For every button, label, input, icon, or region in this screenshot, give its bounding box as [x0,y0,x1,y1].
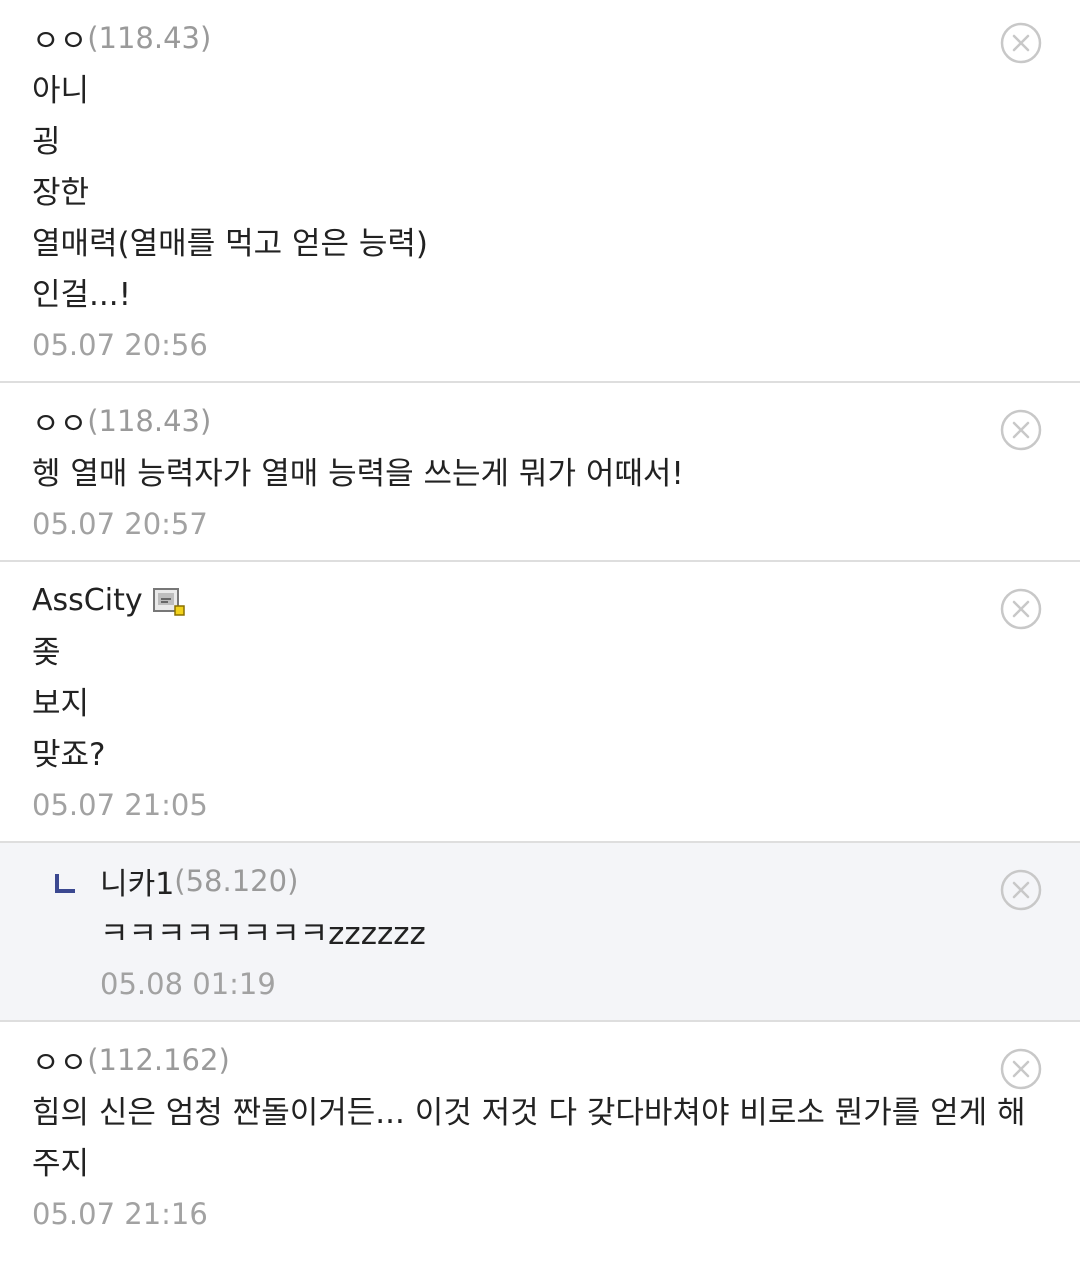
comment-text-line: 좆 [32,635,61,671]
comment-text-line: 열매력(열매를 먹고 얻은 능력) [32,226,428,262]
comment-header: AssCity [32,578,980,622]
comment-nickname[interactable]: AssCity [32,583,143,618]
comment-list: ㅇㅇ (118.43) 아니 굉 장한 열매력(열매를 먹고 얻은 능력) 인걸… [0,0,1080,1250]
comment-item: ㅇㅇ (112.162) 힘의 신은 엄청 짠돌이거든... 이것 저것 다 갖… [0,1022,1080,1250]
comment-body: 힘의 신은 엄청 짠돌이거든... 이것 저것 다 갖다바쳐야 비로소 뭔가를 … [32,1088,1040,1190]
comment-text-line: 헹 열매 능력자가 열매 능력을 쓰는게 뭐가 어때서! [32,456,684,492]
close-circle-icon[interactable] [1000,409,1042,451]
comment-body: ㅋㅋㅋㅋㅋㅋㅋㅋzzzzzz [100,909,980,960]
comment-item: ㅇㅇ (118.43) 아니 굉 장한 열매력(열매를 먹고 얻은 능력) 인걸… [0,0,1080,383]
comment-ip: (118.43) [87,21,212,55]
comment-text-line: 힘의 신은 엄청 짠돌이거든... 이것 저것 다 갖다바쳐야 비로소 뭔가를 … [32,1095,1026,1182]
comment-nickname[interactable]: ㅇㅇ [32,399,87,443]
close-circle-icon[interactable] [1000,869,1042,911]
comment-date: 05.08 01:19 [100,967,276,1001]
close-circle-icon[interactable] [1000,588,1042,630]
comment-text-line: 맞죠? [32,737,106,773]
comment-item: ㅇㅇ (118.43) 헹 열매 능력자가 열매 능력을 쓰는게 뭐가 어때서!… [0,383,1080,562]
comment-ip: (58.120) [174,864,299,898]
comment-text-line: 장한 [32,175,90,211]
comment-ip: (118.43) [87,404,212,438]
comment-body: 좆 보지 맞죠? [32,628,980,781]
comment-date: 05.07 20:57 [32,507,208,541]
comment-body: 헹 열매 능력자가 열매 능력을 쓰는게 뭐가 어때서! [32,449,980,500]
comment-header: 니카1 (58.120) [100,859,980,903]
comment-date: 05.07 21:16 [32,1197,208,1231]
close-circle-icon[interactable] [1000,1048,1042,1090]
comment-nickname[interactable]: ㅇㅇ [32,16,87,60]
comment-header: ㅇㅇ (118.43) [32,16,980,60]
close-circle-icon[interactable] [1000,22,1042,64]
comment-date: 05.07 20:56 [32,328,208,362]
comment-item: AssCity 좆 보지 맞죠? 05.07 21:05 [0,562,1080,843]
reply-arrow-icon [55,874,75,893]
comment-text-line: 보지 [32,686,90,722]
comment-date: 05.07 21:05 [32,788,208,822]
comment-ip: (112.162) [87,1043,230,1077]
comment-header: ㅇㅇ (112.162) [32,1038,980,1082]
comment-text-line: 인걸...! [32,277,132,313]
comment-body: 아니 굉 장한 열매력(열매를 먹고 얻은 능력) 인걸...! [32,66,980,321]
fixed-nick-badge-icon [152,588,185,616]
reply-comment-item: 니카1 (58.120) ㅋㅋㅋㅋㅋㅋㅋㅋzzzzzz 05.08 01:19 [0,843,1080,1022]
comment-text-line: 굉 [32,124,61,160]
comment-text-line: ㅋㅋㅋㅋㅋㅋㅋㅋzzzzzz [100,916,426,952]
comment-nickname[interactable]: ㅇㅇ [32,1038,87,1082]
comment-text-line: 아니 [32,73,90,109]
comment-header: ㅇㅇ (118.43) [32,399,980,443]
comment-nickname[interactable]: 니카1 [100,859,174,903]
